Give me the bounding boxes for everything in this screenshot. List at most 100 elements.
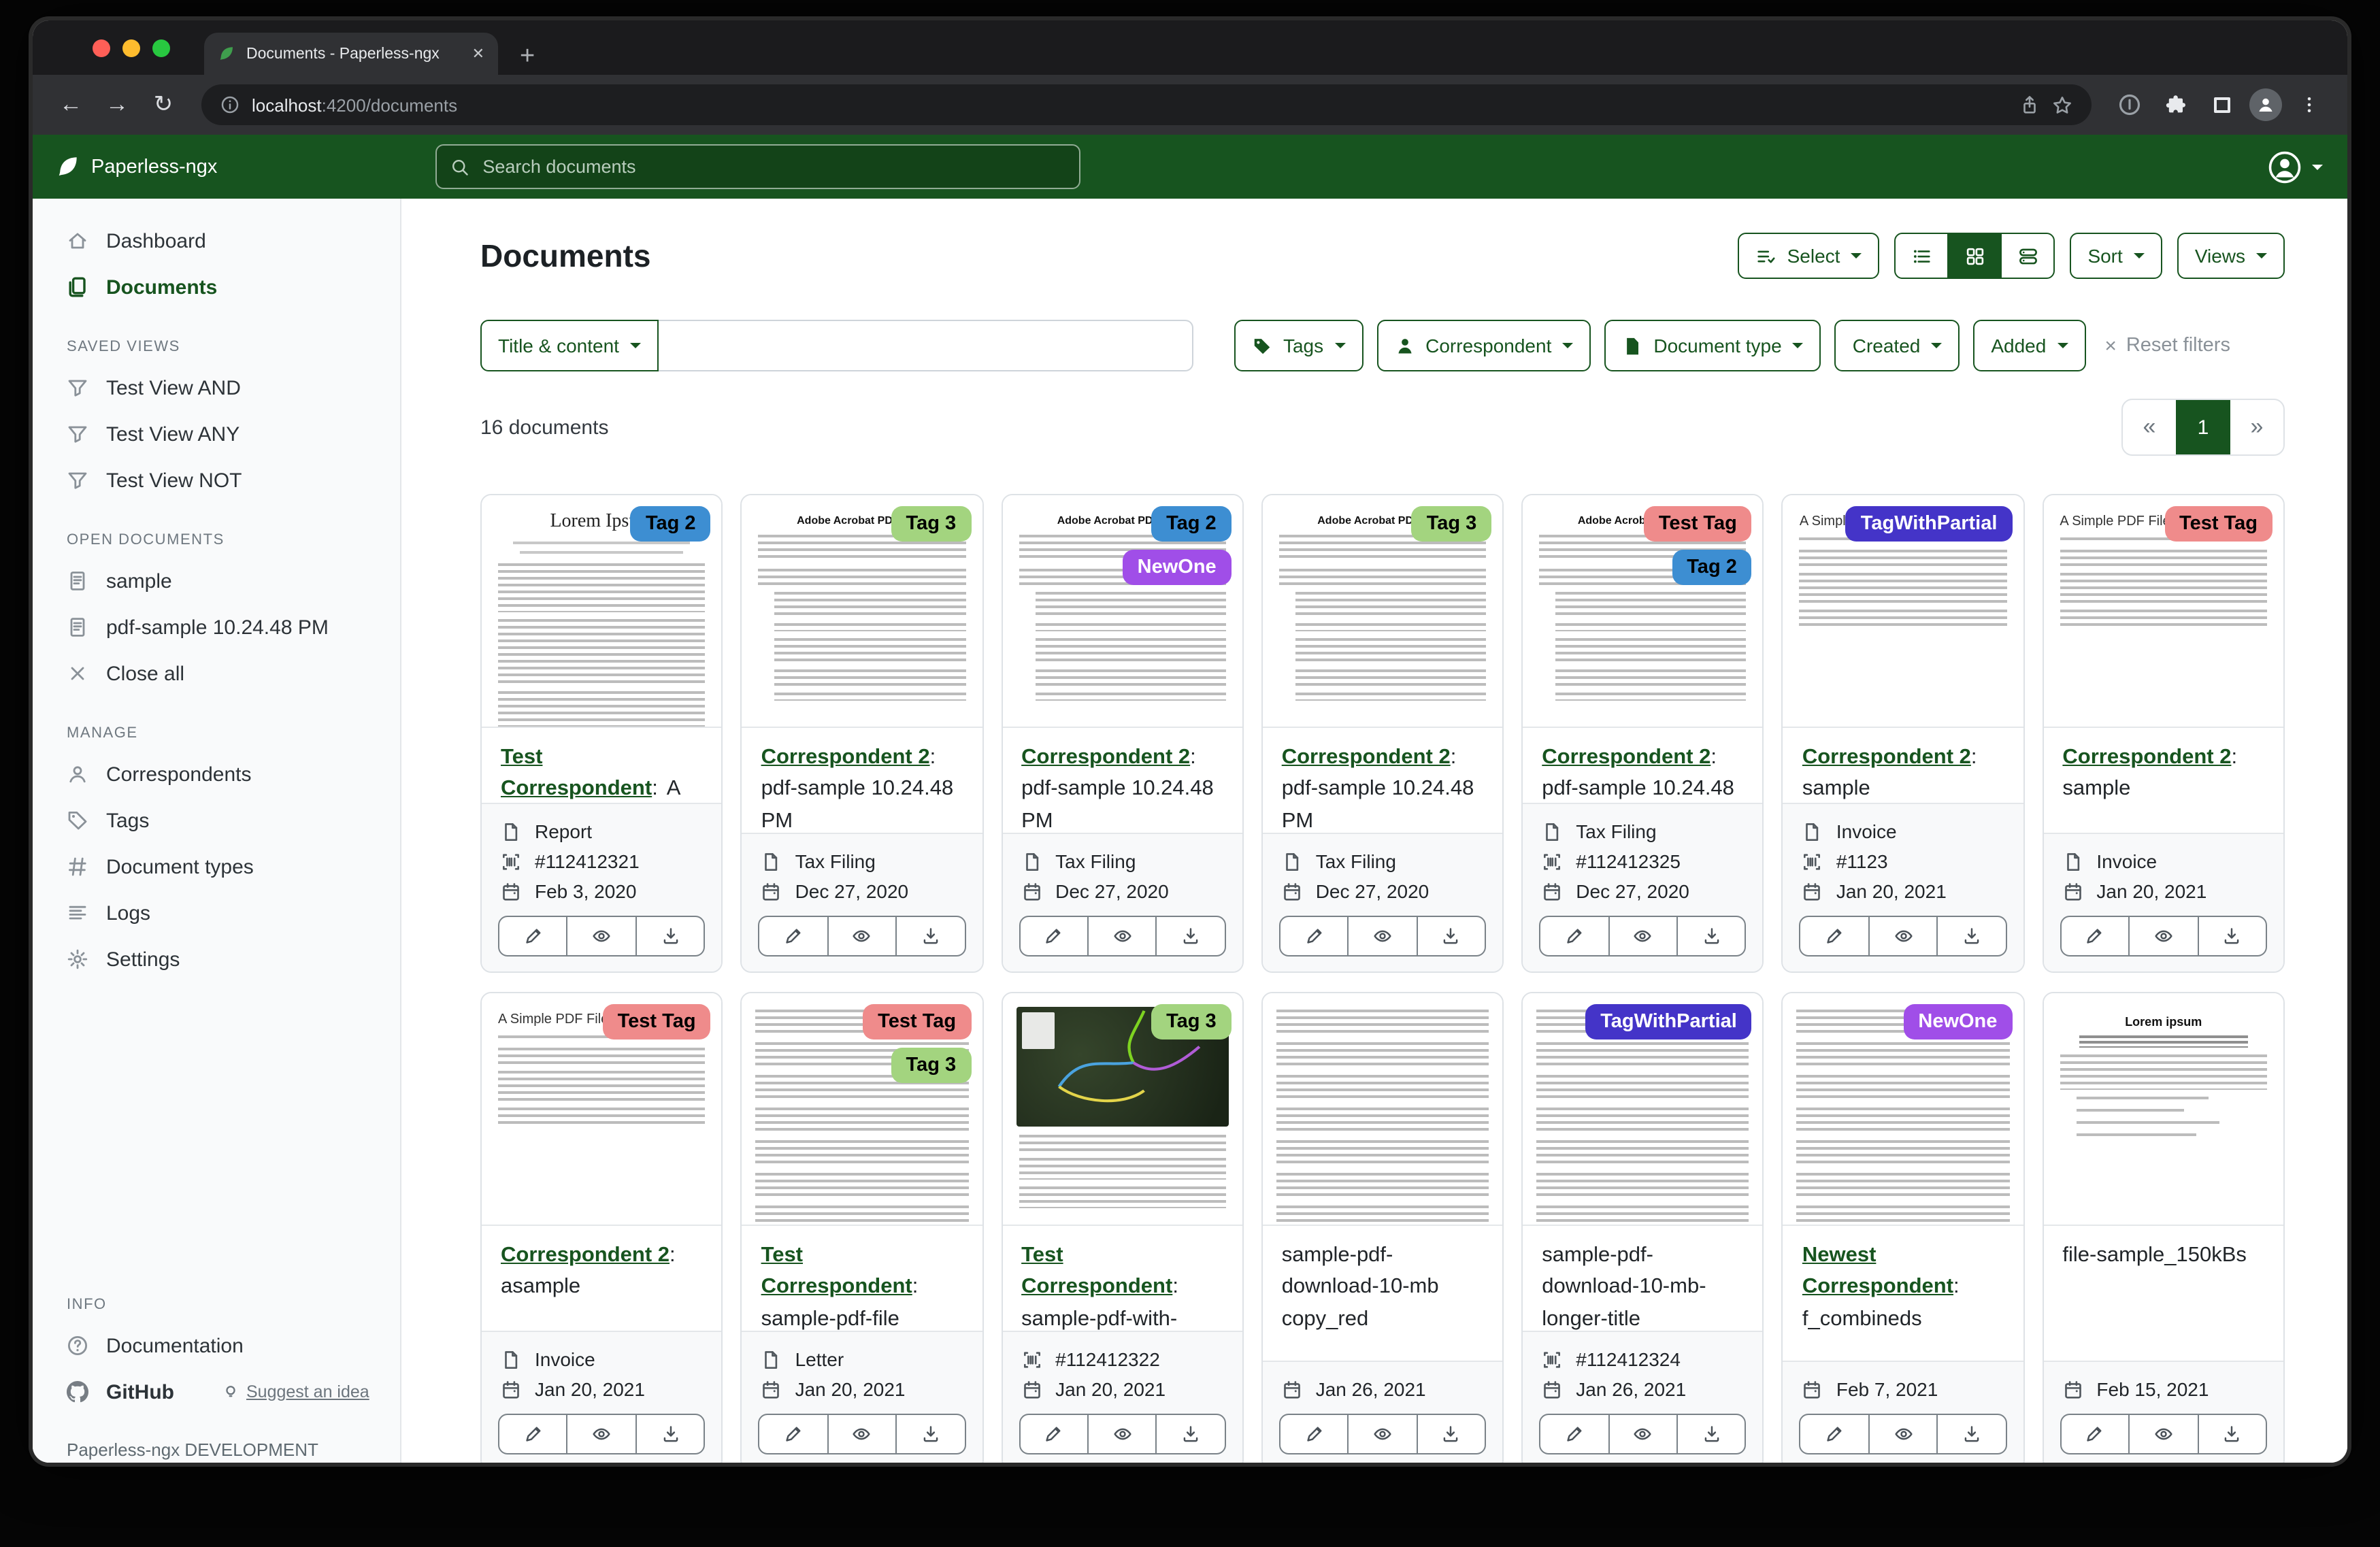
document-name-link[interactable]: pdf-sample 10.24.48 PM (1282, 778, 1474, 833)
detail-view-button[interactable] (2000, 233, 2055, 279)
document-name-link[interactable]: pdf-sample 10.24.48 PM (1021, 778, 1214, 833)
sidebar-item-saved-view-1[interactable]: Test View ANY (33, 411, 400, 457)
filter-title-content-input[interactable] (659, 320, 1193, 371)
sidebar-item-document-types[interactable]: Document types (33, 844, 400, 890)
edit-button[interactable] (1019, 916, 1089, 957)
edit-button[interactable] (498, 916, 568, 957)
minimize-window-button[interactable] (122, 39, 140, 57)
document-card[interactable]: Tag 2 Lorem Ipsum Test Correspondent: A … (480, 494, 723, 973)
tag-badge[interactable]: Tag 3 (891, 1048, 972, 1083)
tag-badge[interactable]: Test Tag (1644, 506, 1752, 542)
close-window-button[interactable] (93, 39, 110, 57)
download-button[interactable] (895, 916, 965, 957)
sidebar-item-logs[interactable]: Logs (33, 890, 400, 936)
view-button[interactable] (1608, 1414, 1678, 1454)
correspondent-link[interactable]: Test Correspondent (501, 746, 652, 801)
document-name-link[interactable]: sample-pdf-with-images (1021, 1307, 1177, 1331)
zoom-window-button[interactable] (152, 39, 170, 57)
pagination-prev-button[interactable]: « (2123, 400, 2176, 454)
tag-badge[interactable]: Test Tag (2164, 506, 2272, 542)
edit-button[interactable] (1800, 916, 1870, 957)
edit-button[interactable] (1279, 1414, 1349, 1454)
document-name-link[interactable]: sample-pdf-file (761, 1307, 899, 1330)
sidebar-item-close-all[interactable]: Close all (33, 650, 400, 697)
download-button[interactable] (1937, 916, 2007, 957)
document-card[interactable]: Lorem ipsum file-sample_150kBs Feb 15, 2… (2042, 992, 2285, 1463)
document-card[interactable]: Test Tag A Simple PDF File Correspondent… (2042, 494, 2285, 973)
document-name-link[interactable]: sample (2062, 778, 2130, 801)
sidebar-item-settings[interactable]: Settings (33, 936, 400, 982)
filter-correspondent-button[interactable]: Correspondent (1376, 320, 1591, 371)
correspondent-link[interactable]: Correspondent 2 (1021, 746, 1190, 769)
browser-tab[interactable]: Documents - Paperless-ngx ✕ (204, 33, 498, 75)
download-button[interactable] (1156, 1414, 1226, 1454)
download-button[interactable] (1416, 916, 1486, 957)
browser-profile-avatar[interactable] (2249, 88, 2282, 121)
tag-badge[interactable]: Tag 3 (1151, 1004, 1232, 1039)
user-menu-caret-icon[interactable] (2312, 164, 2323, 169)
tag-badge[interactable]: NewOne (1903, 1004, 2012, 1039)
tag-badge[interactable]: Test Tag (863, 1004, 971, 1039)
tag-badge[interactable]: TagWithPartial (1846, 506, 2013, 542)
view-button[interactable] (567, 916, 637, 957)
side-panel-icon[interactable] (2203, 86, 2241, 124)
download-button[interactable] (1156, 916, 1226, 957)
sidebar-item-documentation[interactable]: Documentation (33, 1323, 400, 1369)
forward-button[interactable]: → (98, 86, 136, 124)
reload-button[interactable]: ↻ (144, 86, 182, 124)
tag-badge[interactable]: NewOne (1123, 550, 1232, 585)
download-button[interactable] (635, 916, 706, 957)
tag-badge[interactable]: Tag 2 (1672, 550, 1752, 585)
extensions-puzzle-icon[interactable] (2157, 86, 2195, 124)
document-card[interactable]: Test TagTag 3 Test Correspondent: sample… (741, 992, 984, 1463)
document-name-link[interactable]: sample-pdf-download-10-mb copy_red (1282, 1244, 1439, 1330)
app-brand[interactable]: Paperless-ngx (57, 155, 217, 178)
correspondent-link[interactable]: Correspondent 2 (1802, 746, 1971, 769)
pagination-next-button[interactable]: » (2230, 400, 2283, 454)
filter-added-button[interactable]: Added (1973, 320, 2085, 371)
sidebar-item-saved-view-0[interactable]: Test View AND (33, 365, 400, 411)
tag-badge[interactable]: Tag 3 (1412, 506, 1492, 542)
view-button[interactable] (1348, 1414, 1418, 1454)
edit-button[interactable] (1019, 1414, 1089, 1454)
view-button[interactable] (567, 1414, 637, 1454)
sidebar-item-dashboard[interactable]: Dashboard (33, 218, 400, 264)
download-button[interactable] (1676, 1414, 1747, 1454)
sidebar-item-saved-view-2[interactable]: Test View NOT (33, 457, 400, 503)
document-card[interactable]: sample-pdf-download-10-mb copy_red Jan 2… (1261, 992, 1504, 1463)
filter-tags-button[interactable]: Tags (1234, 320, 1363, 371)
document-card[interactable]: Tag 3 Adobe Acrobat PDF Files Correspond… (741, 494, 984, 973)
document-card[interactable]: TagWithPartial A Simple PDF File Corresp… (1782, 494, 2025, 973)
correspondent-link[interactable]: Correspondent 2 (761, 746, 930, 769)
document-name-link[interactable]: pdf-sample 10.24.48 PM (761, 778, 954, 833)
tag-badge[interactable]: Test Tag (603, 1004, 711, 1039)
filter-field-button[interactable]: Title & content (480, 320, 659, 371)
download-button[interactable] (1937, 1414, 2007, 1454)
suggest-idea-link[interactable]: Suggest an idea (222, 1382, 369, 1401)
edit-button[interactable] (2060, 916, 2130, 957)
edit-button[interactable] (1539, 1414, 1609, 1454)
views-button[interactable]: Views (2177, 233, 2285, 279)
correspondent-link[interactable]: Correspondent 2 (1542, 746, 1710, 769)
grid-view-button[interactable] (1947, 233, 2002, 279)
pagination-page-1[interactable]: 1 (2176, 400, 2230, 454)
tag-badge[interactable]: Tag 3 (891, 506, 972, 542)
search-input[interactable] (480, 155, 1065, 178)
document-card[interactable]: TagWithPartial sample-pdf-download-10-mb… (1521, 992, 1764, 1463)
document-thumbnail[interactable] (1263, 993, 1503, 1226)
reset-filters-button[interactable]: × Reset filters (2104, 334, 2230, 357)
view-button[interactable] (2128, 916, 2198, 957)
correspondent-link[interactable]: Test Correspondent (1021, 1244, 1172, 1299)
document-card[interactable]: Tag 2NewOne Adobe Acrobat PDF Files Corr… (1001, 494, 1244, 973)
sidebar-item-open-doc-0[interactable]: sample (33, 558, 400, 604)
view-button[interactable] (1087, 916, 1157, 957)
filter-created-button[interactable]: Created (1835, 320, 1960, 371)
password-manager-extension-icon[interactable] (2111, 86, 2149, 124)
correspondent-link[interactable]: Correspondent 2 (501, 1244, 670, 1267)
view-button[interactable] (1868, 1414, 1938, 1454)
tag-badge[interactable]: TagWithPartial (1585, 1004, 1752, 1039)
edit-button[interactable] (2060, 1414, 2130, 1454)
close-tab-icon[interactable]: ✕ (472, 45, 484, 63)
download-button[interactable] (1416, 1414, 1486, 1454)
document-name-link[interactable]: sample (1802, 778, 1870, 801)
